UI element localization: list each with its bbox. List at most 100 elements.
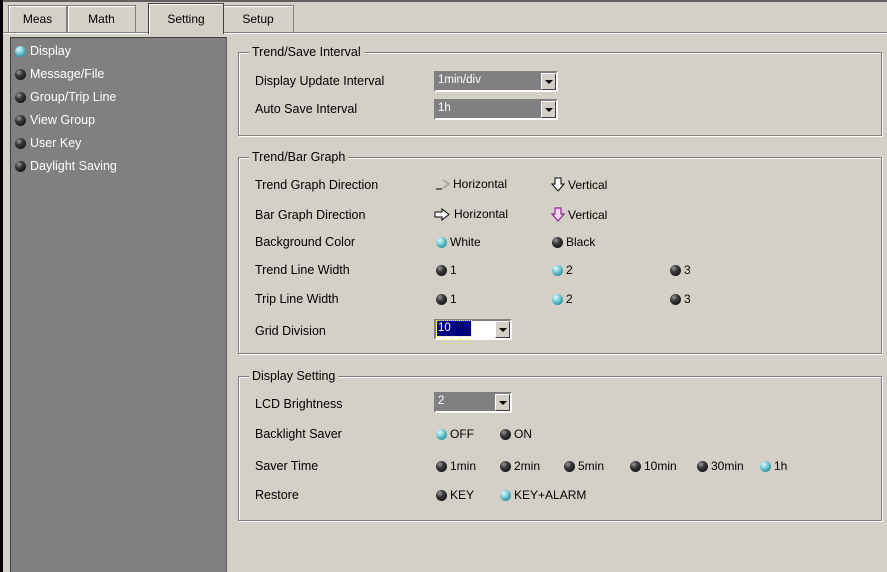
grid-division-label: Grid Division [255, 324, 326, 338]
radio-icon [670, 264, 681, 276]
trip-line-width-2-option[interactable]: 2 [552, 292, 573, 306]
sidebar-item-display[interactable]: Display [15, 41, 71, 61]
trend-bar-graph-group: Trend/Bar Graph Trend Graph Direction Ho… [238, 150, 882, 354]
trend-line-width-1-option[interactable]: 1 [436, 263, 457, 277]
radio-icon [15, 91, 26, 103]
saver-time-label: Saver Time [255, 459, 319, 473]
arrow-down-selected-icon [551, 207, 565, 222]
trend-save-interval-group: Trend/Save Interval Display Update Inter… [238, 45, 882, 136]
radio-icon [15, 114, 26, 126]
background-white-option[interactable]: White [436, 235, 481, 249]
radio-selected-icon [15, 45, 26, 57]
background-color-label: Background Color [255, 235, 356, 249]
radio-icon [500, 428, 511, 440]
select-value: 1h [438, 102, 451, 114]
trip-line-width-1-option[interactable]: 1 [436, 292, 457, 306]
backlight-off-option[interactable]: OFF [436, 427, 474, 441]
tab-label: Meas [22, 12, 53, 26]
trend-graph-direction-label: Trend Graph Direction [255, 178, 379, 192]
option-label: 1 [450, 292, 457, 306]
sidebar-item-user-key[interactable]: User Key [15, 133, 81, 153]
bar-direction-vertical-option[interactable]: Vertical [551, 207, 607, 222]
sidebar-item-label: View Group [30, 113, 96, 127]
saver-time-1min-option[interactable]: 1min [436, 459, 476, 473]
display-setting-group: Display Setting LCD Brightness 2 Backlig… [238, 369, 882, 521]
option-label: Vertical [568, 207, 608, 222]
trend-line-width-3-option[interactable]: 3 [670, 263, 691, 277]
trip-line-width-3-option[interactable]: 3 [670, 292, 691, 306]
restore-key-alarm-option[interactable]: KEY+ALARM [500, 488, 586, 502]
option-label: 30min [711, 459, 744, 473]
background-black-option[interactable]: Black [552, 235, 595, 249]
chevron-down-icon[interactable] [541, 101, 556, 118]
option-label: White [450, 235, 481, 249]
saver-time-5min-option[interactable]: 5min [564, 459, 604, 473]
trend-line-width-label: Trend Line Width [255, 263, 350, 277]
sidebar-item-group-trip-line[interactable]: Group/Trip Line [15, 87, 116, 107]
option-label: 1min [450, 459, 477, 473]
tab-label: Setup [242, 12, 274, 26]
tab-meas[interactable]: Meas [8, 5, 67, 32]
radio-icon [500, 460, 511, 472]
radio-selected-icon [436, 428, 447, 440]
option-label: 2min [514, 459, 541, 473]
radio-selected-icon [552, 264, 563, 276]
saver-time-30min-option[interactable]: 30min [697, 459, 744, 473]
radio-icon [15, 137, 26, 149]
radio-icon [670, 293, 681, 305]
sidebar-item-daylight-saving[interactable]: Daylight Saving [15, 156, 117, 176]
chevron-down-icon[interactable] [541, 73, 556, 90]
radio-icon [436, 460, 447, 472]
sidebar: Display Message/File Group/Trip Line Vie… [10, 37, 227, 572]
tab-bar-top-line [3, 0, 887, 2]
bar-direction-horizontal-option[interactable]: Horizontal [434, 207, 508, 221]
saver-time-2min-option[interactable]: 2min [500, 459, 540, 473]
saver-time-10min-option[interactable]: 10min [630, 459, 677, 473]
restore-key-option[interactable]: KEY [436, 488, 474, 502]
option-label: KEY+ALARM [514, 488, 587, 502]
sidebar-item-label: Group/Trip Line [30, 90, 117, 104]
chevron-down-icon[interactable] [495, 394, 510, 411]
trend-line-width-2-option[interactable]: 2 [552, 263, 573, 277]
trend-direction-vertical-option[interactable]: Vertical [551, 177, 607, 192]
group-title: Display Setting [249, 369, 339, 383]
tab-bar: Meas Math Setting Setup [3, 0, 887, 34]
sidebar-item-view-group[interactable]: View Group [15, 110, 95, 130]
backlight-on-option[interactable]: ON [500, 427, 532, 441]
tab-label: Math [88, 12, 115, 26]
restore-label: Restore [255, 488, 299, 502]
select-value: 2 [438, 395, 445, 407]
radio-selected-icon [760, 460, 771, 472]
radio-icon [564, 460, 575, 472]
radio-icon [630, 460, 641, 472]
sidebar-item-label: Daylight Saving [30, 159, 117, 173]
sidebar-item-label: Display [30, 44, 71, 58]
auto-save-interval-select[interactable]: 1h [434, 99, 558, 120]
option-label: KEY [450, 488, 475, 502]
select-value: 1min/div [438, 74, 481, 86]
backlight-saver-label: Backlight Saver [255, 427, 342, 441]
display-update-interval-select[interactable]: 1min/div [434, 71, 558, 92]
option-label: Horizontal [454, 207, 509, 221]
radio-selected-icon [500, 489, 511, 501]
tab-setup[interactable]: Setup [222, 5, 294, 32]
sidebar-item-message-file[interactable]: Message/File [15, 64, 104, 84]
trend-direction-horizontal-option[interactable]: Horizontal [434, 177, 507, 191]
window-left-border [0, 0, 3, 572]
option-label: 3 [684, 292, 691, 306]
tab-math[interactable]: Math [67, 5, 136, 32]
lcd-brightness-select[interactable]: 2 [434, 392, 512, 413]
select-value: 10 [436, 320, 472, 337]
radio-selected-icon [552, 293, 563, 305]
group-title: Trend/Bar Graph [249, 150, 349, 164]
chevron-down-icon[interactable] [495, 321, 510, 338]
radio-icon [436, 264, 447, 276]
grid-division-select[interactable]: 10 [434, 319, 512, 340]
bar-graph-direction-label: Bar Graph Direction [255, 208, 366, 222]
sidebar-item-label: User Key [30, 136, 82, 150]
tab-label: Setting [167, 12, 205, 26]
option-label: 3 [684, 263, 691, 277]
tab-setting[interactable]: Setting [148, 3, 224, 34]
saver-time-1h-option[interactable]: 1h [760, 459, 787, 473]
option-label: Vertical [568, 177, 608, 192]
